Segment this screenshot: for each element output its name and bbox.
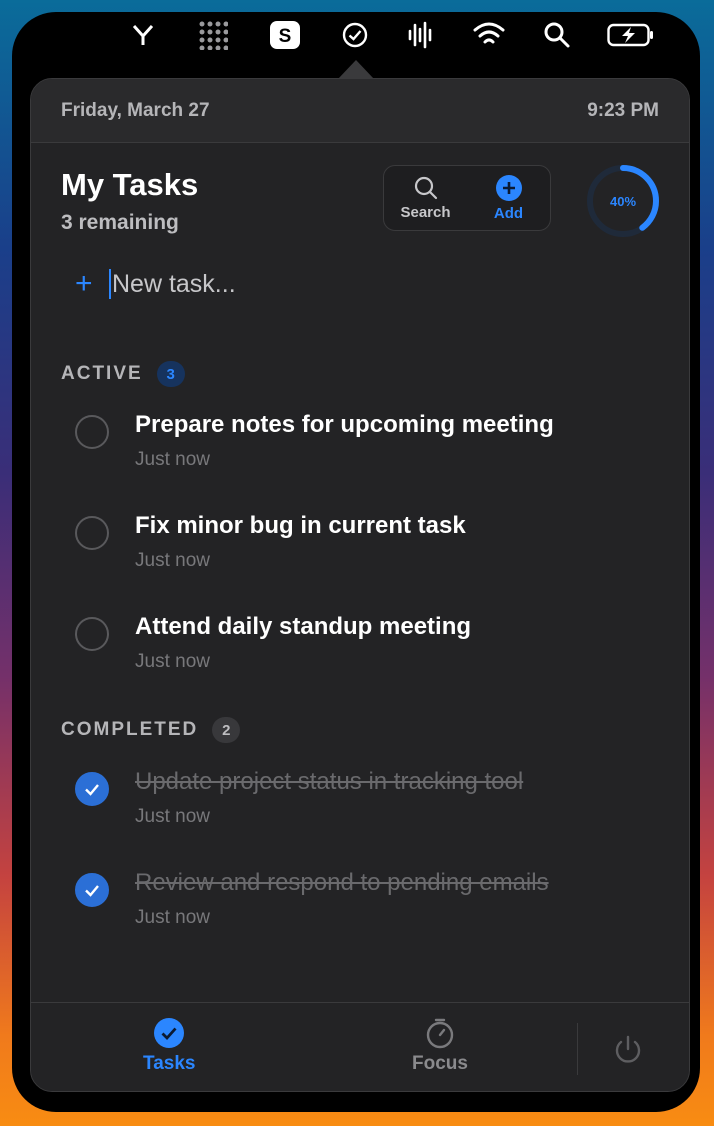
- y-combinator-icon[interactable]: [126, 20, 160, 50]
- active-count-badge: 3: [156, 361, 185, 387]
- task-checkbox[interactable]: [75, 516, 109, 550]
- completed-task-item[interactable]: Review and respond to pending emails Jus…: [75, 859, 655, 939]
- new-task-row: +: [75, 269, 532, 299]
- tab-focus[interactable]: Focus: [412, 1017, 468, 1075]
- task-checkbox[interactable]: [75, 415, 109, 449]
- add-circle-icon: [495, 175, 522, 201]
- progress-ring: 40%: [585, 163, 661, 239]
- task-item[interactable]: Attend daily standup meeting Just now: [75, 603, 655, 683]
- task-item[interactable]: Prepare notes for upcoming meeting Just …: [75, 401, 655, 481]
- task-time: Just now: [135, 651, 210, 672]
- svg-text:S: S: [279, 26, 292, 47]
- s-app-icon[interactable]: S: [268, 20, 302, 50]
- completed-section-header: COMPLETED 2: [61, 717, 241, 743]
- task-title: Attend daily standup meeting: [135, 613, 472, 640]
- completed-task-item[interactable]: Update project status in tracking tool J…: [75, 758, 655, 838]
- remaining-count: 3 remaining: [61, 211, 179, 234]
- popover-caret: [338, 60, 374, 79]
- popover-header: Friday, March 27 9:23 PM: [31, 79, 689, 143]
- search-button-label: Search: [400, 204, 451, 221]
- task-item[interactable]: Fix minor bug in current task Just now: [75, 502, 655, 582]
- action-group: Search Add: [383, 165, 551, 231]
- wifi-icon[interactable]: [472, 20, 506, 50]
- date-label: Friday, March 27: [61, 99, 210, 121]
- tasks-check-icon[interactable]: [338, 20, 372, 50]
- active-section-label: ACTIVE: [61, 363, 143, 384]
- bottom-tab-bar: Tasks Focus: [31, 1002, 689, 1091]
- task-time: Just now: [135, 550, 210, 571]
- completed-section-label: COMPLETED: [61, 719, 199, 740]
- check-circle-icon: [154, 1018, 185, 1048]
- search-button[interactable]: Search: [384, 166, 467, 230]
- checkmark-icon: [85, 885, 99, 897]
- task-time: Just now: [135, 449, 210, 470]
- active-section-header: ACTIVE 3: [61, 361, 185, 387]
- tasks-popover: Friday, March 27 9:23 PM My Tasks 3 rema…: [30, 78, 690, 1092]
- page-title: My Tasks: [61, 167, 199, 202]
- tab-tasks[interactable]: Tasks: [143, 1017, 195, 1075]
- task-checkbox-checked[interactable]: [75, 873, 109, 907]
- tab-focus-label: Focus: [412, 1053, 468, 1074]
- power-icon: [615, 1035, 641, 1063]
- completed-count-badge: 2: [212, 717, 241, 743]
- power-button[interactable]: [611, 1033, 645, 1072]
- timer-icon: [426, 1018, 454, 1049]
- battery-charging-icon[interactable]: [606, 20, 656, 50]
- device-frame: S Friday, March 27 9:23 PM My Tasks 3 re…: [12, 12, 700, 1112]
- task-title: Update project status in tracking tool: [135, 768, 524, 795]
- task-checkbox[interactable]: [75, 617, 109, 651]
- grid-icon[interactable]: [196, 20, 230, 50]
- task-checkbox-checked[interactable]: [75, 772, 109, 806]
- search-icon: [414, 176, 437, 200]
- task-title: Prepare notes for upcoming meeting: [135, 411, 554, 438]
- plus-icon: +: [75, 267, 93, 300]
- task-title: Fix minor bug in current task: [135, 512, 466, 539]
- task-time: Just now: [135, 907, 210, 928]
- add-button[interactable]: Add: [467, 166, 550, 230]
- new-task-input[interactable]: [109, 269, 532, 299]
- footer-divider: [577, 1023, 578, 1075]
- search-icon[interactable]: [540, 20, 574, 50]
- audio-waveform-icon[interactable]: [404, 20, 438, 50]
- task-title: Review and respond to pending emails: [135, 869, 549, 896]
- checkmark-icon: [85, 784, 99, 796]
- menu-bar: S: [12, 12, 700, 60]
- time-label: 9:23 PM: [587, 99, 659, 121]
- add-button-label: Add: [493, 205, 524, 222]
- progress-percent: 40%: [609, 193, 637, 209]
- tab-tasks-label: Tasks: [143, 1053, 196, 1074]
- task-time: Just now: [135, 806, 210, 827]
